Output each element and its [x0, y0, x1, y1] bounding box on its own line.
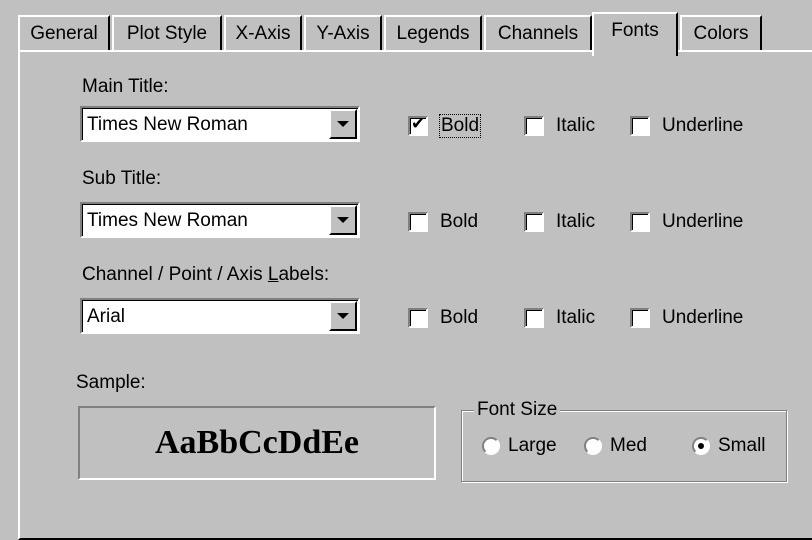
axis-labels-italic-label: Italic — [556, 307, 596, 328]
tab-general[interactable]: General — [18, 15, 110, 51]
axis-labels-bold-checkbox[interactable]: Bold — [408, 306, 478, 330]
tab-x-axis[interactable]: X-Axis — [224, 15, 302, 51]
tab-legends-label: Legends — [396, 23, 470, 44]
checkbox-box — [630, 212, 650, 232]
sub-title-italic-checkbox[interactable]: Italic — [524, 210, 595, 234]
font-size-large-label: Large — [508, 435, 557, 456]
tab-channels[interactable]: Channels — [484, 15, 592, 51]
tab-fonts[interactable]: Fonts — [592, 12, 678, 56]
font-size-small-radio[interactable]: Small — [692, 435, 766, 457]
main-title-underline-checkbox[interactable]: Underline — [630, 114, 743, 138]
tab-plot-style-label: Plot Style — [126, 23, 208, 44]
check-icon: ✔ — [411, 114, 426, 133]
tab-general-label: General — [30, 23, 98, 44]
sub-title-italic-label: Italic — [556, 211, 596, 232]
radio-button — [584, 437, 602, 455]
sample-preview: AaBbCcDdEe — [78, 406, 436, 480]
tab-colors-label: Colors — [693, 23, 749, 44]
tab-y-axis[interactable]: Y-Axis — [304, 15, 382, 51]
axis-labels-label-post: abels: — [278, 264, 330, 285]
sub-title-font-select[interactable]: Times New Roman — [80, 202, 360, 238]
chevron-down-icon[interactable] — [329, 301, 357, 331]
tab-y-axis-label: Y-Axis — [316, 23, 370, 44]
axis-labels-label: Channel / Point / Axis Labels: — [82, 264, 329, 286]
axis-labels-bold-label: Bold — [440, 307, 479, 328]
sub-title-font-value: Times New Roman — [87, 210, 248, 231]
checkbox-box — [630, 116, 650, 136]
font-size-med-label: Med — [610, 435, 647, 456]
sample-label: Sample: — [76, 372, 146, 393]
fonts-panel: Main Title: Times New Roman ✔ Bold Itali… — [18, 50, 812, 540]
font-size-med-radio[interactable]: Med — [584, 435, 647, 457]
font-size-small-label: Small — [718, 435, 766, 456]
axis-labels-label-key: L — [267, 264, 279, 285]
checkbox-box — [524, 308, 544, 328]
axis-labels-font-select[interactable]: Arial — [80, 298, 360, 334]
main-title-font-value: Times New Roman — [87, 114, 248, 135]
checkbox-box — [408, 308, 428, 328]
chevron-down-icon[interactable] — [329, 205, 357, 235]
axis-labels-font-value: Arial — [87, 306, 126, 327]
axis-labels-italic-checkbox[interactable]: Italic — [524, 306, 595, 330]
main-title-bold-checkbox[interactable]: ✔ Bold — [408, 114, 482, 138]
axis-labels-label-pre: Channel / Point / Axis — [82, 264, 268, 285]
axis-labels-underline-checkbox[interactable]: Underline — [630, 306, 743, 330]
checkbox-box — [524, 212, 544, 232]
sub-title-bold-label: Bold — [440, 211, 479, 232]
tab-colors[interactable]: Colors — [680, 15, 762, 51]
main-title-underline-label: Underline — [662, 115, 744, 136]
chevron-down-icon[interactable] — [329, 109, 357, 139]
main-title-label: Main Title: — [82, 76, 169, 97]
tab-x-axis-label: X-Axis — [235, 23, 291, 44]
checkbox-box — [630, 308, 650, 328]
axis-labels-underline-label: Underline — [662, 307, 744, 328]
tab-fonts-label: Fonts — [611, 20, 659, 41]
sub-title-underline-label: Underline — [662, 211, 744, 232]
main-title-bold-label: Bold — [438, 114, 482, 138]
sub-title-label: Sub Title: — [82, 168, 162, 189]
radio-button-selected — [692, 437, 710, 455]
font-size-group: Font Size Large Med Small — [461, 399, 787, 482]
checkbox-box: ✔ — [408, 114, 428, 136]
font-size-large-radio[interactable]: Large — [482, 435, 557, 457]
checkbox-box — [524, 116, 544, 136]
main-title-italic-checkbox[interactable]: Italic — [524, 114, 595, 138]
sub-title-underline-checkbox[interactable]: Underline — [630, 210, 743, 234]
tab-legends[interactable]: Legends — [384, 15, 482, 51]
main-title-font-select[interactable]: Times New Roman — [80, 106, 360, 142]
main-title-italic-label: Italic — [556, 115, 596, 136]
font-size-legend: Font Size — [474, 399, 561, 421]
radio-button — [482, 437, 500, 455]
fonts-dialog: { "tabs": [ {"label": "General", "active… — [0, 0, 812, 540]
tab-channels-label: Channels — [497, 23, 579, 44]
sub-title-bold-checkbox[interactable]: Bold — [408, 210, 478, 234]
checkbox-box — [408, 212, 428, 232]
tab-plot-style[interactable]: Plot Style — [112, 15, 222, 51]
